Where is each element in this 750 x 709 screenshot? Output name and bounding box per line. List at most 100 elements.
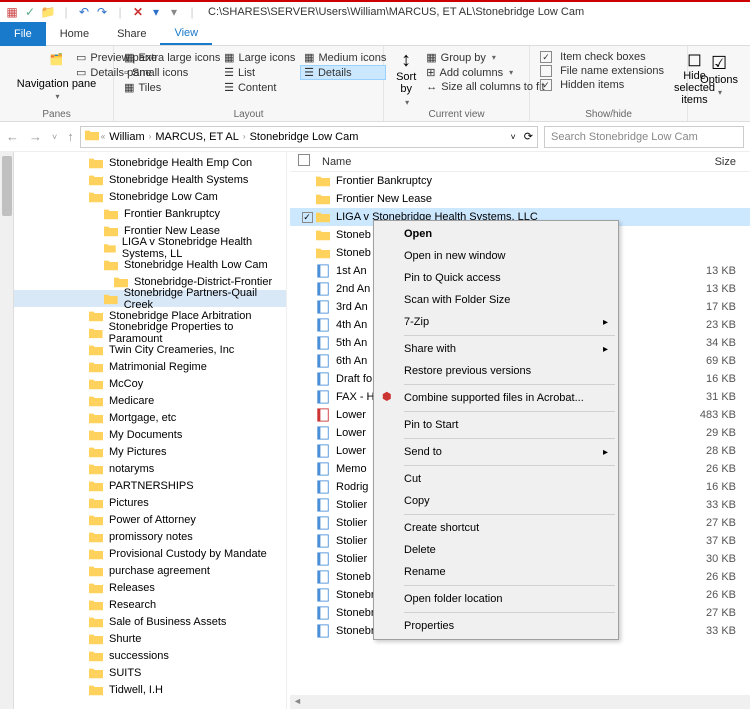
tree-item[interactable]: Stonebridge Low Cam xyxy=(14,188,286,205)
tree-item[interactable]: My Documents xyxy=(14,426,286,443)
ctx-open-new-window[interactable]: Open in new window xyxy=(376,245,616,267)
tree-item[interactable]: Stonebridge Health Emp Con xyxy=(14,154,286,171)
qat-new-folder-icon[interactable]: 📁 xyxy=(40,4,56,20)
layout-list[interactable]: ☰List xyxy=(220,65,300,80)
tree-item[interactable]: Frontier Bankruptcy xyxy=(14,205,286,222)
layout-small[interactable]: ▫Small icons xyxy=(120,65,220,80)
ctx-pin-start[interactable]: Pin to Start xyxy=(376,414,616,436)
tree-item[interactable]: Sale of Business Assets xyxy=(14,613,286,630)
tab-home[interactable]: Home xyxy=(46,24,103,44)
doc-icon xyxy=(316,390,330,404)
column-name[interactable]: Name xyxy=(316,156,680,168)
ctx-send-to[interactable]: Send to xyxy=(376,441,616,463)
ctx-pin-quick-access[interactable]: Pin to Quick access xyxy=(376,267,616,289)
row-checkbox[interactable] xyxy=(298,212,316,223)
qat-customize-icon[interactable]: ▾ xyxy=(166,4,182,20)
breadcrumb-item[interactable]: MARCUS, ET AL xyxy=(153,131,241,143)
list-header[interactable]: Name Size xyxy=(290,152,750,172)
nav-history-button[interactable]: ˅ xyxy=(52,132,57,142)
qat-delete-icon[interactable]: ✕ xyxy=(130,4,146,20)
nav-forward-button[interactable]: → xyxy=(29,129,42,144)
ctx-delete[interactable]: Delete xyxy=(376,539,616,561)
tree-item[interactable]: Mortgage, etc xyxy=(14,409,286,426)
ctx-copy[interactable]: Copy xyxy=(376,490,616,512)
layout-extra-large[interactable]: ▦Extra large icons xyxy=(120,50,220,65)
column-size[interactable]: Size xyxy=(680,156,750,168)
ctx-restore-versions[interactable]: Restore previous versions xyxy=(376,360,616,382)
tree-item[interactable]: McCoy xyxy=(14,375,286,392)
hidden-items-toggle[interactable]: Hidden items xyxy=(536,78,668,92)
qat-properties-icon[interactable]: ✓ xyxy=(22,4,38,20)
tree-item-label: Matrimonial Regime xyxy=(109,361,207,373)
ctx-rename[interactable]: Rename xyxy=(376,561,616,583)
tree-item[interactable]: Shurte xyxy=(14,630,286,647)
search-input[interactable]: Search Stonebridge Low Cam xyxy=(544,126,744,148)
folder-icon xyxy=(104,208,118,220)
file-row[interactable]: Frontier New Lease xyxy=(290,190,750,208)
layout-details[interactable]: ☰Details xyxy=(300,65,386,80)
ctx-properties[interactable]: Properties xyxy=(376,615,616,637)
tree-item[interactable]: Research xyxy=(14,596,286,613)
tree-item[interactable]: LIGA v Stonebridge Health Systems, LL xyxy=(14,239,286,256)
tree-item[interactable]: purchase agreement xyxy=(14,562,286,579)
qat-undo-icon[interactable]: ↶ xyxy=(76,4,92,20)
tree-item[interactable]: PARTNERSHIPS xyxy=(14,477,286,494)
ctx-share-with[interactable]: Share with xyxy=(376,338,616,360)
tree-item[interactable]: Provisional Custody by Mandate xyxy=(14,545,286,562)
ctx-create-shortcut[interactable]: Create shortcut xyxy=(376,517,616,539)
tree-item[interactable]: successions xyxy=(14,647,286,664)
tab-file[interactable]: File xyxy=(0,22,46,46)
nav-up-button[interactable]: ↑ xyxy=(67,129,74,144)
layout-large[interactable]: ▦Large icons xyxy=(220,50,300,65)
tree-item-label: Mortgage, etc xyxy=(109,412,176,424)
folder-tree[interactable]: Stonebridge Health Emp ConStonebridge He… xyxy=(14,152,286,709)
tree-item[interactable]: notaryms xyxy=(14,460,286,477)
tree-item[interactable]: Power of Attorney xyxy=(14,511,286,528)
breadcrumb-item[interactable]: William xyxy=(107,131,146,143)
tree-item[interactable]: My Pictures xyxy=(14,443,286,460)
qat-redo-icon[interactable]: ↷ xyxy=(94,4,110,20)
tree-scrollbar[interactable] xyxy=(0,152,14,709)
tree-item[interactable]: Releases xyxy=(14,579,286,596)
folder-icon xyxy=(104,293,118,305)
horizontal-scrollbar[interactable] xyxy=(290,695,750,709)
ctx-scan-folder-size[interactable]: Scan with Folder Size xyxy=(376,289,616,311)
doc-icon xyxy=(316,336,330,350)
sort-by-button[interactable]: ↕ Sort by xyxy=(390,50,422,107)
layout-medium[interactable]: ▦Medium icons xyxy=(300,50,386,65)
ctx-open[interactable]: Open xyxy=(376,223,616,245)
file-name: Stoneb xyxy=(336,229,371,241)
layout-tiles[interactable]: ▦Tiles xyxy=(120,80,220,95)
tab-share[interactable]: Share xyxy=(103,24,160,44)
select-all-checkbox[interactable] xyxy=(298,154,310,166)
tab-view[interactable]: View xyxy=(160,23,212,45)
ctx-combine-acrobat[interactable]: ⬢Combine supported files in Acrobat... xyxy=(376,387,616,409)
refresh-button[interactable]: ⟳ xyxy=(524,130,533,143)
options-button[interactable]: ☑ Options xyxy=(694,50,744,102)
file-row[interactable]: Frontier Bankruptcy xyxy=(290,172,750,190)
ctx-cut[interactable]: Cut xyxy=(376,468,616,490)
breadcrumb-item[interactable]: Stonebridge Low Cam xyxy=(248,131,361,143)
tree-item[interactable]: Tidwell, I.H xyxy=(14,681,286,698)
ctx-open-folder-location[interactable]: Open folder location xyxy=(376,588,616,610)
tree-item[interactable]: SUITS xyxy=(14,664,286,681)
tree-item[interactable]: Medicare xyxy=(14,392,286,409)
tree-item[interactable]: promissory notes xyxy=(14,528,286,545)
folder-icon xyxy=(316,210,330,224)
item-checkboxes-toggle[interactable]: Item check boxes xyxy=(536,50,668,64)
breadcrumb-dropdown[interactable]: ˅ xyxy=(511,132,516,142)
tree-item[interactable]: Stonebridge Partners-Quail Creek xyxy=(14,290,286,307)
qat-rename-icon[interactable]: ▾ xyxy=(148,4,164,20)
breadcrumb[interactable]: « William› MARCUS, ET AL› Stonebridge Lo… xyxy=(80,126,538,148)
tree-item[interactable]: Stonebridge Health Low Cam xyxy=(14,256,286,273)
nav-back-button[interactable]: ← xyxy=(6,129,19,144)
ctx-7zip[interactable]: 7-Zip xyxy=(376,311,616,333)
layout-content[interactable]: ☰Content xyxy=(220,80,300,95)
content-icon: ☰ xyxy=(224,81,234,94)
tree-item[interactable]: Pictures xyxy=(14,494,286,511)
folder-icon xyxy=(316,192,330,206)
file-extensions-toggle[interactable]: File name extensions xyxy=(536,64,668,78)
tree-item[interactable]: Matrimonial Regime xyxy=(14,358,286,375)
tree-item[interactable]: Stonebridge Health Systems xyxy=(14,171,286,188)
tree-item[interactable]: Stonebridge Properties to Paramount xyxy=(14,324,286,341)
